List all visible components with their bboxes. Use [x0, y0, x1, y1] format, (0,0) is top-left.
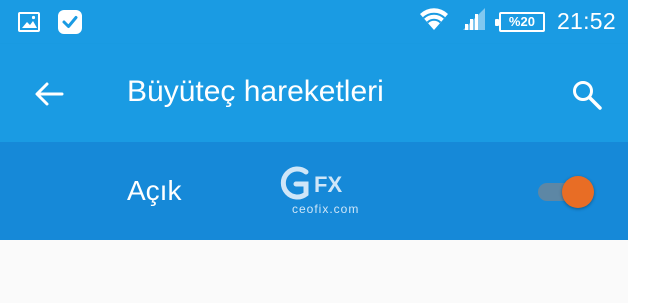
right-edge — [628, 0, 650, 303]
page-title: Büyüteç hareketleri — [127, 75, 384, 108]
master-switch-bar[interactable]: Açık FX ceofix.com — [0, 142, 628, 240]
signal-icon — [461, 6, 487, 37]
status-bar: %20 21:52 — [0, 0, 628, 44]
content-area — [0, 240, 628, 303]
watermark-site: ceofix.com — [292, 202, 360, 216]
master-switch-toggle[interactable] — [536, 174, 598, 210]
master-switch-label: Açık — [127, 175, 182, 206]
gallery-notification-icon — [18, 12, 40, 37]
toggle-thumb — [562, 176, 594, 208]
app-bar: Büyüteç hareketleri — [0, 44, 628, 142]
battery-level: %20 — [508, 14, 535, 29]
search-icon[interactable] — [570, 78, 604, 112]
battery-indicator: %20 — [494, 11, 545, 32]
watermark-logo: FX ceofix.com — [276, 164, 376, 220]
skype-notification-icon — [56, 8, 84, 41]
screen: %20 21:52 Büyüteç hareketleri Açık FX ce… — [0, 0, 628, 303]
wifi-icon — [419, 6, 449, 37]
back-arrow-icon[interactable] — [34, 81, 64, 107]
status-indicators: %20 21:52 — [419, 6, 616, 37]
status-notifications — [18, 8, 84, 41]
svg-text:FX: FX — [314, 172, 342, 197]
clock: 21:52 — [556, 8, 616, 34]
